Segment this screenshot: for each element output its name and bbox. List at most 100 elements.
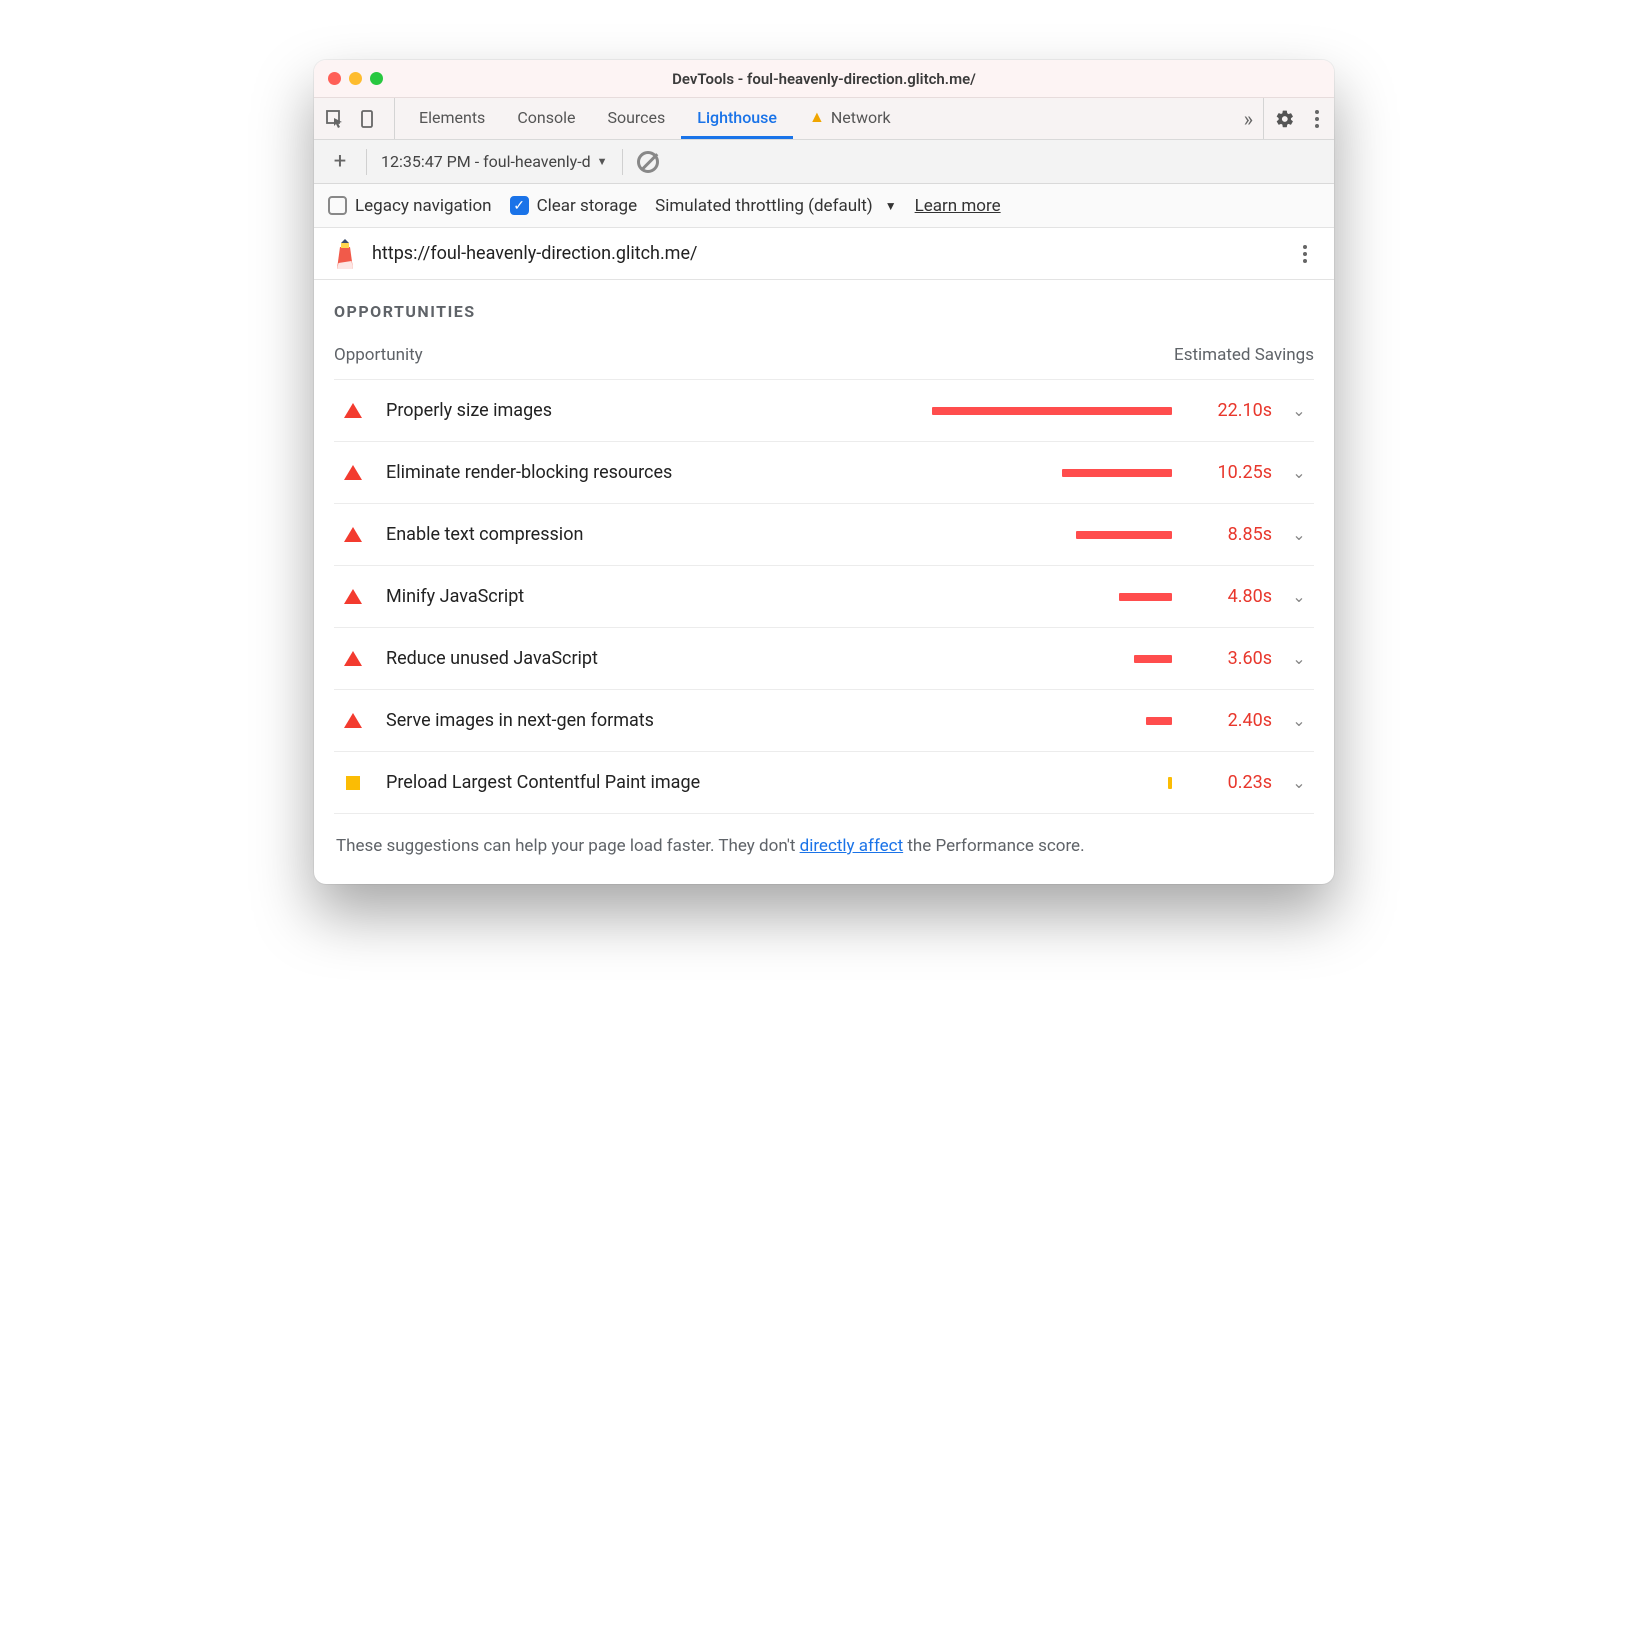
column-headers: Opportunity Estimated Savings: [334, 339, 1314, 379]
savings-bar: [1062, 469, 1172, 477]
chevron-down-icon[interactable]: ⌄: [1284, 773, 1314, 792]
savings-value: 4.80s: [1192, 586, 1272, 607]
devtools-tabs: Elements Console Sources Lighthouse ▲ Network: [403, 98, 1234, 139]
opportunity-label: Enable text compression: [378, 524, 778, 545]
gear-icon[interactable]: [1274, 108, 1296, 130]
opportunities-footnote: These suggestions can help your page loa…: [334, 813, 1314, 864]
divider: [366, 149, 367, 175]
savings-value: 10.25s: [1192, 462, 1272, 483]
opportunity-row[interactable]: Eliminate render-blocking resources 10.25…: [334, 441, 1314, 503]
chevron-down-icon[interactable]: ⌄: [1284, 463, 1314, 482]
opportunity-label: Serve images in next-gen formats: [378, 710, 778, 731]
chevron-down-icon[interactable]: ⌄: [1284, 587, 1314, 606]
close-icon[interactable]: [328, 72, 341, 85]
opportunity-row[interactable]: Preload Largest Contentful Paint image0.…: [334, 751, 1314, 813]
chevron-down-icon: ▼: [885, 199, 897, 213]
savings-bar: [932, 407, 1172, 415]
savings-value: 8.85s: [1192, 524, 1272, 545]
opportunity-row[interactable]: Properly size images 22.10s ⌄: [334, 379, 1314, 441]
square-amber-icon: [346, 776, 360, 790]
opportunity-label: Preload Largest Contentful Paint image: [378, 772, 778, 793]
triangle-red-icon: [344, 589, 362, 604]
report-url: https://foul-heavenly-direction.glitch.m…: [372, 243, 697, 264]
titlebar: DevTools - foul-heavenly-direction.glitc…: [314, 60, 1334, 98]
clear-icon[interactable]: [637, 151, 659, 173]
footnote-post: the Performance score.: [903, 836, 1084, 856]
chevron-down-icon[interactable]: ⌄: [1284, 711, 1314, 730]
inspect-icon[interactable]: [324, 108, 346, 130]
savings-bar-track: [790, 655, 1180, 663]
savings-value: 2.40s: [1192, 710, 1272, 731]
opportunity-row[interactable]: Enable text compression 8.85s ⌄: [334, 503, 1314, 565]
tab-label: Console: [517, 108, 575, 127]
checkbox-unchecked-icon[interactable]: [328, 196, 347, 215]
devtools-window: DevTools - foul-heavenly-direction.glitc…: [314, 60, 1334, 884]
savings-value: 22.10s: [1192, 400, 1272, 421]
tab-network[interactable]: ▲ Network: [793, 98, 907, 139]
throttling-label: Simulated throttling (default): [655, 196, 873, 216]
tab-label: Sources: [607, 108, 665, 127]
savings-bar-track: [790, 531, 1180, 539]
savings-bar: [1168, 777, 1172, 789]
tab-elements[interactable]: Elements: [403, 98, 501, 139]
chevron-down-icon[interactable]: ⌄: [1284, 401, 1314, 420]
tab-label: Lighthouse: [697, 108, 777, 127]
tab-console[interactable]: Console: [501, 98, 591, 139]
footnote-pre: These suggestions can help your page loa…: [336, 836, 800, 856]
opportunity-row[interactable]: Minify JavaScript 4.80s ⌄: [334, 565, 1314, 627]
learn-more-link[interactable]: Learn more: [915, 196, 1001, 216]
savings-bar: [1134, 655, 1172, 663]
col-opportunity: Opportunity: [334, 345, 423, 365]
savings-bar-track: [790, 469, 1180, 477]
window-title: DevTools - foul-heavenly-direction.glitc…: [314, 70, 1334, 88]
lighthouse-toolbar: + 12:35:47 PM - foul-heavenly-d ▼: [314, 140, 1334, 184]
throttling-selector[interactable]: Simulated throttling (default) ▼: [655, 196, 896, 216]
savings-bar: [1076, 531, 1172, 539]
report-url-row: https://foul-heavenly-direction.glitch.m…: [314, 228, 1334, 280]
new-report-button[interactable]: +: [328, 149, 352, 174]
section-title: OPPORTUNITIES: [334, 280, 1314, 339]
triangle-red-icon: [344, 651, 362, 666]
chevron-down-icon: ▼: [597, 155, 608, 168]
report-menu-icon[interactable]: [1294, 243, 1316, 265]
opportunities-list: Properly size images22.10s⌄Eliminate ren…: [334, 379, 1314, 813]
warning-icon: ▲: [809, 107, 825, 127]
triangle-red-icon: [344, 527, 362, 542]
clear-storage-toggle[interactable]: ✓ Clear storage: [510, 196, 638, 216]
savings-bar-track: [790, 593, 1180, 601]
report-selector-label: 12:35:47 PM - foul-heavenly-d: [381, 152, 591, 171]
tab-label: Network: [831, 108, 891, 127]
divider: [622, 149, 623, 175]
savings-bar-track: [790, 717, 1180, 725]
opportunity-label: Minify JavaScript: [378, 586, 778, 607]
opportunity-label: Properly size images: [378, 400, 778, 421]
legacy-navigation-label: Legacy navigation: [355, 196, 492, 216]
lighthouse-icon: [332, 239, 358, 269]
minimize-icon[interactable]: [349, 72, 362, 85]
chevron-down-icon[interactable]: ⌄: [1284, 649, 1314, 668]
opportunity-row[interactable]: Serve images in next-gen formats 2.40s ⌄: [334, 689, 1314, 751]
tabs-overflow-icon[interactable]: »: [1234, 107, 1263, 131]
opportunity-label: Reduce unused JavaScript: [378, 648, 778, 669]
more-icon[interactable]: [1306, 108, 1328, 130]
tab-sources[interactable]: Sources: [591, 98, 681, 139]
opportunity-row[interactable]: Reduce unused JavaScript3.60s⌄: [334, 627, 1314, 689]
lighthouse-settings-bar: Legacy navigation ✓ Clear storage Simula…: [314, 184, 1334, 228]
tab-lighthouse[interactable]: Lighthouse: [681, 98, 793, 139]
savings-bar-track: [790, 407, 1180, 415]
checkbox-checked-icon[interactable]: ✓: [510, 196, 529, 215]
devtools-tabbar: Elements Console Sources Lighthouse ▲ Network…: [314, 98, 1334, 140]
savings-bar: [1146, 717, 1172, 725]
footnote-link[interactable]: directly affect: [800, 836, 904, 856]
tab-label: Elements: [419, 108, 485, 127]
device-toggle-icon[interactable]: [358, 108, 380, 130]
opportunities-section: OPPORTUNITIES Opportunity Estimated Savi…: [314, 280, 1334, 884]
legacy-navigation-toggle[interactable]: Legacy navigation: [328, 196, 492, 216]
report-selector[interactable]: 12:35:47 PM - foul-heavenly-d ▼: [381, 152, 608, 171]
zoom-icon[interactable]: [370, 72, 383, 85]
triangle-red-icon: [344, 403, 362, 418]
chevron-down-icon[interactable]: ⌄: [1284, 525, 1314, 544]
opportunity-label: Eliminate render-blocking resources: [378, 462, 778, 483]
traffic-lights: [328, 72, 383, 85]
col-savings: Estimated Savings: [1174, 345, 1314, 365]
